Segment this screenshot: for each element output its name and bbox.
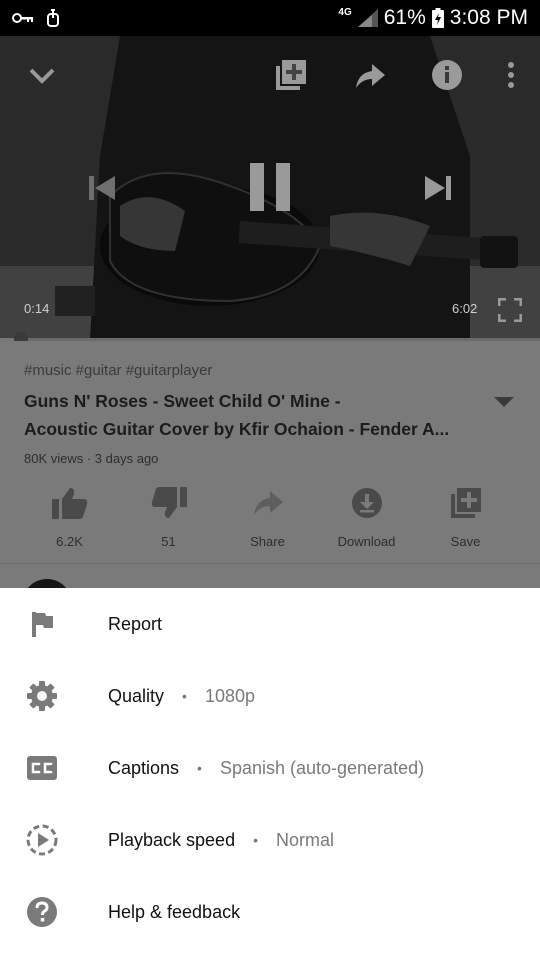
separator-dot: • <box>182 688 187 704</box>
add-to-playlist-icon[interactable] <box>272 56 310 94</box>
quality-value: 1080p <box>204 685 255 706</box>
gear-icon <box>24 678 60 714</box>
like-button[interactable]: 6.2K <box>20 486 119 549</box>
captions-icon <box>24 750 60 786</box>
clock: 3:08 PM <box>449 6 528 29</box>
share-icon[interactable] <box>351 58 389 94</box>
dislike-button[interactable]: 51 <box>119 486 218 549</box>
playback-speed-value: Normal <box>276 829 335 850</box>
current-time: 0:14 <box>24 301 50 316</box>
network-type: 4G <box>338 6 352 18</box>
share-icon <box>251 486 285 520</box>
info-icon[interactable] <box>429 57 465 93</box>
download-icon <box>351 486 383 520</box>
usb-icon <box>46 8 60 28</box>
separator-dot: • <box>253 832 258 848</box>
flag-icon <box>24 606 60 642</box>
menu-item-captions[interactable]: Captions • Spanish (auto-generated) <box>0 732 540 804</box>
separator-dot: • <box>197 760 202 776</box>
menu-label: Report <box>108 613 163 634</box>
thumbs-up-icon <box>51 486 88 520</box>
menu-label: Help & feedback <box>108 901 241 922</box>
download-button[interactable]: Download <box>317 486 416 549</box>
action-bar: 6.2K 51 Share Download Save <box>20 486 520 549</box>
key-icon <box>12 11 34 25</box>
video-details: #music #guitar #guitarplayer Guns N' Ros… <box>0 341 540 629</box>
video-tags[interactable]: #music #guitar #guitarplayer <box>24 362 212 379</box>
more-icon[interactable] <box>498 58 524 92</box>
thumbs-down-icon <box>151 486 187 520</box>
help-icon <box>24 894 60 930</box>
video-meta: 80K views · 3 days ago <box>24 451 159 466</box>
save-icon <box>450 486 482 520</box>
playback-speed-icon <box>24 822 60 858</box>
video-title[interactable]: Guns N' Roses - Sweet Child O' Mine - Ac… <box>24 387 464 443</box>
share-button[interactable]: Share <box>218 486 317 549</box>
menu-item-report[interactable]: Report <box>0 588 540 660</box>
options-bottom-sheet: Report Quality • 1080p Captions • Spanis… <box>0 588 540 960</box>
previous-icon[interactable] <box>84 170 120 206</box>
menu-item-help-feedback[interactable]: Help & feedback <box>0 876 540 948</box>
menu-label: Captions <box>108 757 180 778</box>
captions-value: Spanish (auto-generated) <box>219 757 425 778</box>
video-player[interactable]: 0:14 6:02 <box>0 36 540 340</box>
battery-icon <box>431 8 444 28</box>
next-icon[interactable] <box>420 170 456 206</box>
duration: 6:02 <box>452 301 478 316</box>
status-bar: 4G 61% 3:08 PM <box>0 0 540 36</box>
menu-item-quality[interactable]: Quality • 1080p <box>0 660 540 732</box>
divider <box>0 563 540 564</box>
menu-label: Playback speed <box>108 829 236 850</box>
pause-icon[interactable] <box>244 160 296 214</box>
save-button[interactable]: Save <box>416 486 515 549</box>
signal-icon <box>357 9 378 27</box>
battery-percentage: 61% <box>383 6 426 29</box>
fullscreen-icon[interactable] <box>496 296 524 324</box>
expand-description-icon[interactable] <box>494 397 514 407</box>
menu-label: Quality <box>108 685 165 706</box>
menu-item-playback-speed[interactable]: Playback speed • Normal <box>0 804 540 876</box>
collapse-icon[interactable] <box>24 58 60 94</box>
